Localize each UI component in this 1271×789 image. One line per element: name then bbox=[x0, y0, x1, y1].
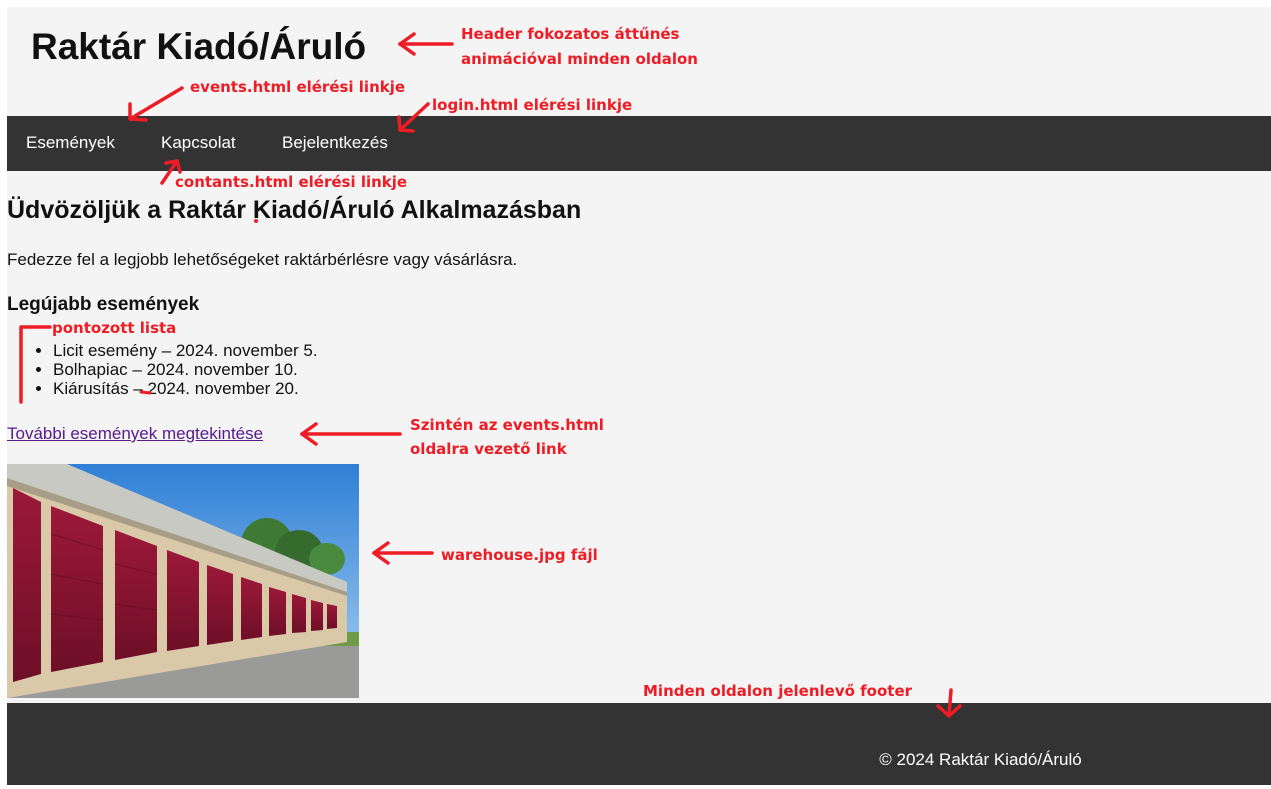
welcome-heading: Üdvözöljük a Raktár Kiadó/Áruló Alkalmaz… bbox=[7, 196, 582, 224]
nav-link-esemenyek[interactable]: Események bbox=[26, 133, 115, 153]
annotation-login-link: login.html elérési linkje bbox=[432, 96, 633, 114]
list-item: Licit esemény – 2024. november 5. bbox=[53, 341, 318, 360]
annotation-image: warehouse.jpg fájl bbox=[441, 546, 598, 564]
warehouse-image bbox=[7, 464, 359, 698]
annotation-footer: Minden oldalon jelenlevő footer bbox=[643, 682, 913, 700]
site-footer: © 2024 Raktár Kiadó/Áruló bbox=[7, 703, 1271, 785]
footer-text: © 2024 Raktár Kiadó/Áruló bbox=[879, 750, 1082, 769]
list-item: Kiárusítás – 2024. november 20. bbox=[53, 379, 318, 398]
annotation-header-line1: Header fokozatos áttűnés bbox=[461, 25, 680, 43]
annotation-more-link-line2: oldalra vezető link bbox=[410, 440, 567, 458]
main-nav: Események Kapcsolat Bejelentkezés bbox=[7, 116, 1271, 171]
annotation-header-line2: animációval minden oldalon bbox=[461, 50, 698, 68]
warehouse-illustration bbox=[7, 464, 359, 698]
page: Raktár Kiadó/Áruló Események Kapcsolat B… bbox=[7, 7, 1271, 785]
events-list: Licit esemény – 2024. november 5. Bolhap… bbox=[33, 341, 318, 398]
annotation-events-link: events.html elérési linkje bbox=[190, 78, 406, 96]
list-item: Bolhapiac – 2024. november 10. bbox=[53, 360, 318, 379]
annotation-contacts-link: contants.html elérési linkje bbox=[175, 173, 408, 191]
events-heading: Legújabb események bbox=[7, 294, 200, 315]
more-events-link[interactable]: További események megtekintése bbox=[7, 424, 263, 444]
annotation-more-link-line1: Szintén az events.html bbox=[410, 416, 604, 434]
intro-text: Fedezze fel a legjobb lehetőségeket rakt… bbox=[7, 250, 518, 269]
annotation-bullet-list: pontozott lista bbox=[52, 319, 177, 337]
nav-link-bejelentkezes[interactable]: Bejelentkezés bbox=[282, 133, 388, 153]
site-title: Raktár Kiadó/Áruló bbox=[31, 26, 367, 67]
nav-link-kapcsolat[interactable]: Kapcsolat bbox=[161, 133, 236, 153]
